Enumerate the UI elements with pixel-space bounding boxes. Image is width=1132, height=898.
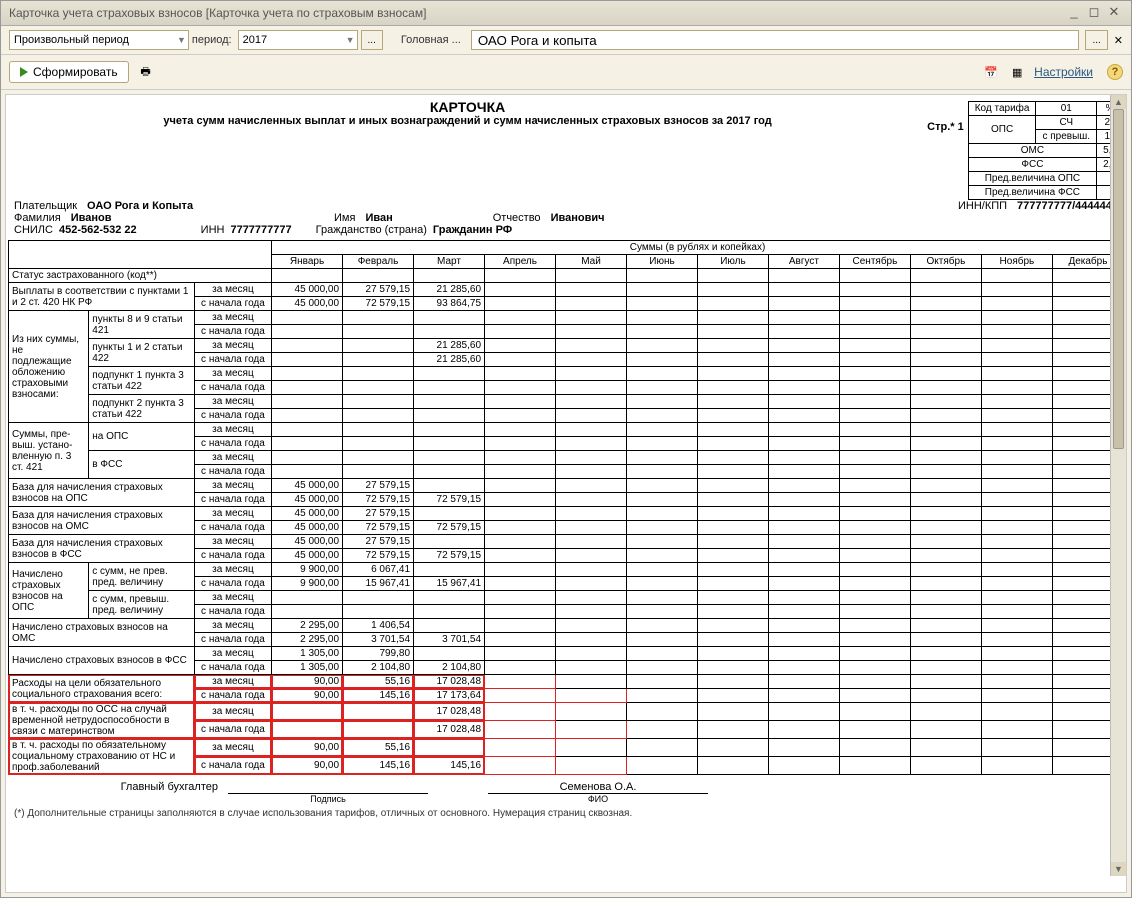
report-content: КАРТОЧКА учета сумм начисленных выплат и…: [5, 94, 1127, 893]
maximize-button[interactable]: ◻: [1085, 5, 1103, 21]
minimize-button[interactable]: _: [1065, 5, 1083, 21]
calendar-icon[interactable]: 📅: [982, 63, 1000, 81]
vertical-scrollbar[interactable]: ▲ ▼: [1110, 95, 1126, 876]
help-icon[interactable]: ?: [1107, 64, 1123, 80]
play-icon: [20, 67, 28, 77]
organization-input[interactable]: [471, 30, 1080, 50]
scroll-down-icon[interactable]: ▼: [1111, 862, 1126, 876]
page-number: Стр.* 1: [927, 121, 964, 133]
action-toolbar: Сформировать 🖶 📅 ▦ Настройки ?: [1, 55, 1131, 90]
scrollbar-thumb[interactable]: [1113, 109, 1124, 449]
tariff-table: Код тарифа01% ОПССЧ22 с превыш.10 ОМС5,1…: [968, 101, 1124, 200]
year-select[interactable]: [238, 30, 358, 50]
period-label: период:: [192, 34, 232, 46]
chevron-down-icon[interactable]: ▼: [346, 35, 355, 45]
settings-link[interactable]: Настройки: [1034, 65, 1093, 79]
org-label: Головная ...: [401, 34, 461, 46]
scroll-up-icon[interactable]: ▲: [1111, 95, 1126, 109]
period-picker-button[interactable]: ...: [361, 30, 383, 50]
main-data-table: Суммы (в рублях и копейках) ЯнварьФеврал…: [8, 240, 1124, 775]
filter-toolbar: ▼ период: ▼ ... Головная ... ... ✕: [1, 26, 1131, 55]
period-type-select[interactable]: [9, 30, 189, 50]
report-title: КАРТОЧКА: [8, 99, 927, 115]
report-subtitle: учета сумм начисленных выплат и иных воз…: [8, 115, 927, 127]
window-title: Карточка учета страховых взносов [Карточ…: [9, 6, 1063, 20]
org-clear-button[interactable]: ✕: [1114, 34, 1123, 47]
titlebar: Карточка учета страховых взносов [Карточ…: [1, 1, 1131, 26]
footnote: (*) Дополнительные страницы заполняются …: [14, 808, 1118, 819]
generate-button[interactable]: Сформировать: [9, 61, 129, 83]
close-button[interactable]: ✕: [1105, 5, 1123, 21]
table-icon[interactable]: ▦: [1008, 63, 1026, 81]
chevron-down-icon[interactable]: ▼: [177, 35, 186, 45]
org-picker-button[interactable]: ...: [1085, 30, 1107, 50]
print-icon[interactable]: 🖶: [137, 63, 155, 81]
